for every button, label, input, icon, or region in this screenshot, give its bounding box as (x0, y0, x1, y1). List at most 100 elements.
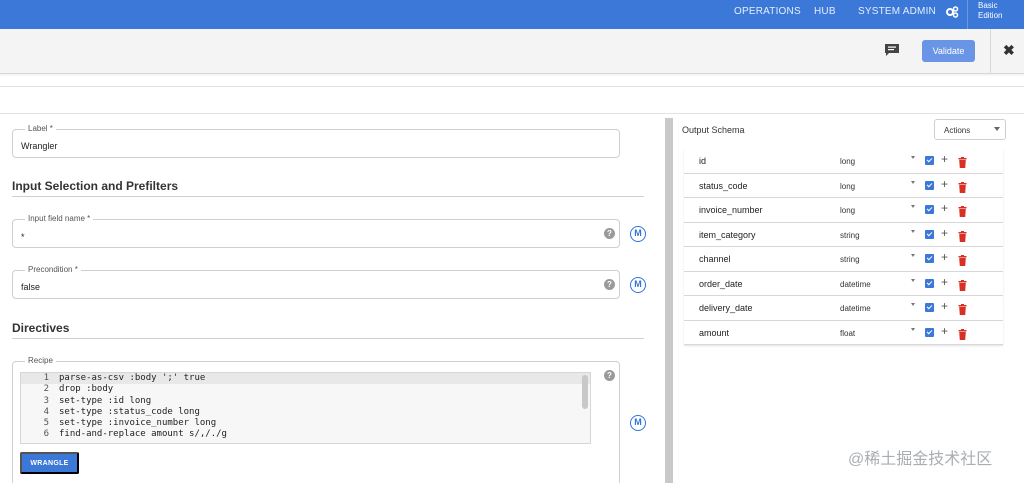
editor-scrollbar[interactable] (582, 375, 588, 409)
schema-field-name[interactable]: delivery_date (699, 303, 753, 313)
schema-field-type[interactable]: long (840, 182, 855, 191)
help-icon[interactable]: ? (604, 228, 615, 239)
schema-field-type[interactable]: datetime (840, 304, 871, 313)
input-field-name-value[interactable]: * (21, 232, 25, 242)
nullable-checkbox[interactable] (925, 303, 934, 312)
close-icon[interactable]: ✖ (1003, 42, 1015, 59)
actions-dropdown[interactable]: Actions (934, 119, 1006, 140)
section-divider (12, 338, 644, 339)
code-line: 5 set-type :invoice_number long (21, 418, 590, 429)
schema-field-name[interactable]: invoice_number (699, 205, 763, 215)
schema-row: invoice_number long + (684, 198, 1003, 223)
delete-icon[interactable] (958, 155, 967, 168)
schema-row: item_category string + (684, 222, 1003, 247)
chevron-down-icon[interactable] (911, 180, 915, 184)
precondition-field[interactable]: Precondition * false ? (12, 265, 620, 299)
schema-field-name[interactable]: id (699, 156, 706, 166)
schema-field-type[interactable]: datetime (840, 280, 871, 289)
line-number: 2 (43, 384, 49, 395)
delete-icon[interactable] (958, 204, 967, 217)
nullable-checkbox[interactable] (925, 205, 934, 214)
chevron-down-icon[interactable] (911, 156, 915, 159)
chevron-down-icon[interactable] (911, 278, 915, 282)
line-number: 1 (43, 373, 49, 383)
schema-field-name[interactable]: order_date (699, 279, 743, 289)
macro-icon[interactable]: M (630, 415, 646, 431)
divider-line (0, 86, 1024, 87)
recipe-code-editor[interactable]: 1 parse-as-csv :body ';' true 2 drop :body… (20, 372, 591, 444)
nullable-checkbox[interactable] (925, 229, 934, 239)
input-field-name-title: Input field name * (25, 214, 94, 223)
line-number: 3 (43, 395, 49, 406)
delete-icon[interactable] (958, 180, 967, 193)
schema-row: amount float + (684, 320, 1003, 345)
code-text: find-and-replace amount s/,/./g (59, 429, 227, 440)
add-field-icon[interactable]: + (941, 324, 948, 338)
macro-icon[interactable]: M (630, 226, 646, 242)
nav-hub[interactable]: HUB (814, 6, 836, 17)
schema-field-type[interactable]: long (840, 206, 855, 215)
chevron-down-icon[interactable] (911, 254, 915, 257)
schema-field-list: id long + status_code long + invoice_number lon… (684, 149, 1003, 345)
precondition-value[interactable]: false (21, 282, 40, 292)
delete-icon[interactable] (958, 229, 967, 242)
edition-line-2: Edition (978, 11, 1003, 20)
nullable-checkbox[interactable] (925, 254, 934, 263)
input-field-name[interactable]: Input field name * * ? (12, 214, 620, 248)
chevron-down-icon[interactable] (911, 327, 915, 331)
line-number: 6 (43, 429, 49, 440)
actions-label: Actions (944, 126, 971, 135)
schema-field-type[interactable]: string (840, 231, 860, 240)
precondition-title: Precondition * (25, 265, 81, 274)
schema-field-type[interactable]: string (840, 255, 860, 264)
add-field-icon[interactable]: + (941, 152, 948, 166)
help-icon[interactable]: ? (604, 279, 615, 290)
help-icon[interactable]: ? (604, 370, 615, 381)
delete-icon[interactable] (958, 302, 967, 315)
watermark: @稀土掘金技术社区 (848, 451, 993, 468)
edition-badge: Basic Edition (978, 1, 1002, 21)
code-text: set-type :invoice_number long (59, 418, 217, 429)
schema-row: id long + (684, 149, 1003, 174)
delete-icon[interactable] (958, 253, 967, 266)
add-field-icon[interactable]: + (941, 226, 948, 240)
label-field-value[interactable]: Wrangler (21, 141, 57, 151)
delete-icon[interactable] (958, 327, 967, 340)
panel-splitter[interactable] (665, 118, 673, 483)
nullable-checkbox[interactable] (925, 180, 934, 190)
input-section-title: Input Selection and Prefilters (12, 179, 179, 193)
label-field[interactable]: Label * Wrangler (12, 124, 620, 158)
schema-field-type[interactable]: float (840, 329, 855, 338)
validate-button[interactable]: Validate (922, 40, 975, 62)
properties-panel: Label * Wrangler Input Selection and Pre… (0, 114, 664, 483)
add-field-icon[interactable]: + (941, 201, 948, 215)
gear-icon[interactable] (945, 5, 959, 19)
wrangle-button[interactable]: WRANGLE (20, 452, 79, 474)
nav-system-admin[interactable]: SYSTEM ADMIN (858, 6, 936, 17)
comment-icon[interactable] (884, 43, 900, 57)
schema-field-type[interactable]: long (840, 157, 855, 166)
code-line: 2 drop :body (21, 384, 590, 395)
nullable-checkbox[interactable] (925, 278, 934, 288)
add-field-icon[interactable]: + (941, 177, 948, 191)
schema-field-name[interactable]: amount (699, 328, 729, 338)
code-line: 4 set-type :status_code long (21, 407, 590, 418)
add-field-icon[interactable]: + (941, 250, 948, 264)
chevron-down-icon[interactable] (911, 205, 915, 208)
nullable-checkbox[interactable] (925, 327, 934, 337)
directives-title: Directives (12, 321, 70, 335)
add-field-icon[interactable]: + (941, 275, 948, 289)
schema-field-name[interactable]: channel (699, 254, 731, 264)
delete-icon[interactable] (958, 278, 967, 291)
nav-divider (967, 0, 968, 29)
schema-row: order_date datetime + (684, 271, 1003, 296)
nav-operations[interactable]: OPERATIONS (734, 6, 801, 17)
nullable-checkbox[interactable] (925, 156, 934, 165)
add-field-icon[interactable]: + (941, 299, 948, 313)
macro-icon[interactable]: M (630, 277, 646, 293)
schema-field-name[interactable]: status_code (699, 181, 748, 191)
chevron-down-icon[interactable] (911, 229, 915, 233)
label-field-title: Label * (25, 124, 56, 133)
schema-field-name[interactable]: item_category (699, 230, 756, 240)
chevron-down-icon[interactable] (911, 303, 915, 306)
